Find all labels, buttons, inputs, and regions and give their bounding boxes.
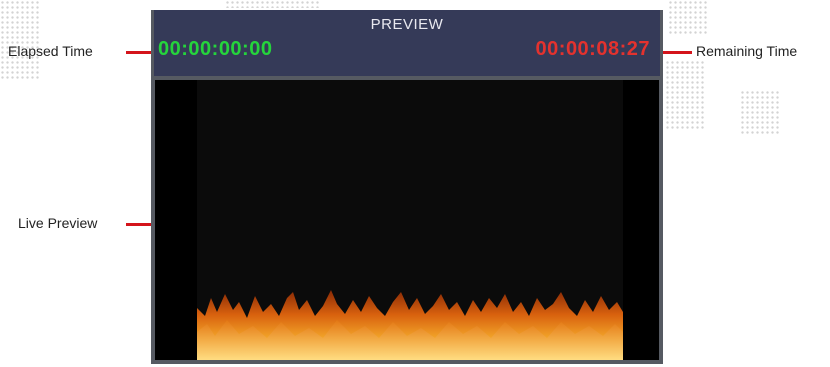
elapsed-timecode: 00:00:00:00 [158,38,273,60]
live-preview-video [197,80,623,360]
remaining-time-callout-line [660,51,692,54]
map-dots-decoration [0,0,40,80]
fire-image [197,290,623,360]
remaining-timecode: 00:00:08:27 [535,38,650,60]
map-dots-decoration [740,90,780,135]
preview-title: PREVIEW [370,16,444,33]
live-preview-area [155,80,659,360]
live-preview-callout: Live Preview [18,215,98,231]
elapsed-time-callout: Elapsed Time [8,43,93,59]
map-dots-decoration [665,60,705,130]
preview-panel: PREVIEW 00:00:00:00 00:00:08:27 [151,10,663,364]
preview-header: PREVIEW 00:00:00:00 00:00:08:27 [154,10,660,76]
map-dots-decoration [668,0,708,35]
map-dots-decoration [225,0,320,8]
remaining-time-callout: Remaining Time [696,43,798,59]
